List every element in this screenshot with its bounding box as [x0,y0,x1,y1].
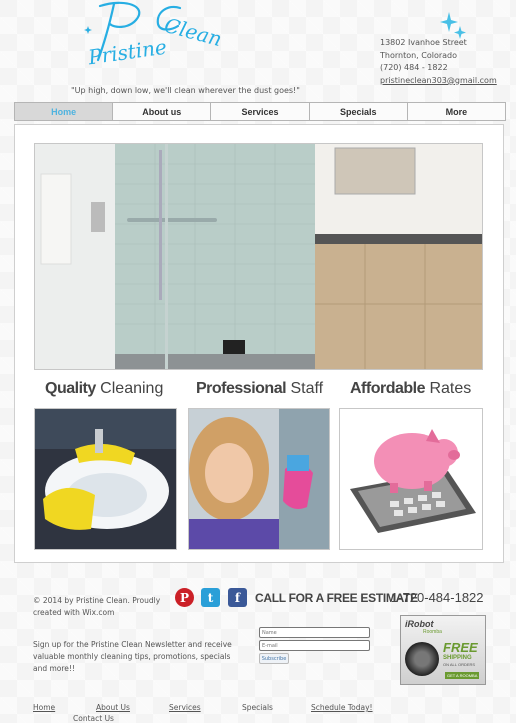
cta-phone: 1-720-484-1822 [391,590,484,605]
ad-brand: iRobot [405,619,434,629]
caption-bold: Quality [45,380,96,397]
copyright-text: © 2014 by Pristine Clean. Proudly create… [33,596,161,617]
smiling-cleaner-image [188,408,330,550]
address-line-1: 13802 Ivanhoe Street [380,38,467,47]
caption-affordable-rates: Affordable Rates [350,380,471,398]
tagline: "Up high, down low, we'll clean wherever… [71,86,300,95]
caption-rest: Staff [286,380,324,397]
newsletter-text: Sign up for the Pristine Clean Newslette… [33,640,232,673]
footer-link-services[interactable]: Services [169,703,201,712]
main-nav: Home About us Services Specials More [14,102,506,121]
nav-more[interactable]: More [408,103,505,120]
ad-sub1: SHIPPING [443,655,472,661]
sink-cleaning-image [34,408,177,550]
address-line-2: Thornton, Colorado [380,50,458,60]
site-logo[interactable]: Pristine Clean [80,0,224,82]
irobot-ad-banner[interactable]: iRobot Roomba FREE SHIPPING ON ALL ORDER… [400,615,486,685]
nav-about-us[interactable]: About us [113,103,212,120]
caption-bold: Affordable [350,380,426,397]
newsletter-email-input[interactable] [259,640,370,651]
ad-tag: Roomba [423,629,442,635]
contact-block: 13802 Ivanhoe Street Thornton, Colorado … [380,37,497,87]
nav-specials[interactable]: Specials [310,103,408,120]
piggy-bank-calculator-image [339,408,483,550]
email-link[interactable]: pristineclean303@gmail.com [380,76,497,85]
footer-link-schedule[interactable]: Schedule Today! [311,703,373,712]
roomba-image [405,642,439,676]
caption-professional-staff: Professional Staff [196,380,323,398]
pinterest-icon[interactable]: P [175,588,194,607]
subscribe-button[interactable]: Subscribe [259,653,289,664]
caption-rest: Rates [425,380,472,397]
caption-rest: Cleaning [95,380,164,397]
hero-bathroom-image [34,143,483,370]
ad-cta-button[interactable]: GET A ROOMBA [445,672,480,679]
ad-headline: FREE [443,640,478,655]
nav-home[interactable]: Home [15,103,114,120]
caption-bold: Professional [196,380,287,397]
ad-sub2: ON ALL ORDERS [443,662,476,667]
twitter-icon[interactable]: t [201,588,220,607]
footer-link-specials[interactable]: Specials [242,703,273,712]
facebook-icon[interactable]: f [228,588,247,607]
footer-link-about-us[interactable]: About Us [96,703,130,712]
phone-number: (720) 484 - 1822 [380,63,448,72]
footer-link-home[interactable]: Home [33,703,55,712]
newsletter-name-input[interactable] [259,627,370,638]
nav-services[interactable]: Services [211,103,310,120]
caption-quality-cleaning: Quality Cleaning [45,380,163,398]
